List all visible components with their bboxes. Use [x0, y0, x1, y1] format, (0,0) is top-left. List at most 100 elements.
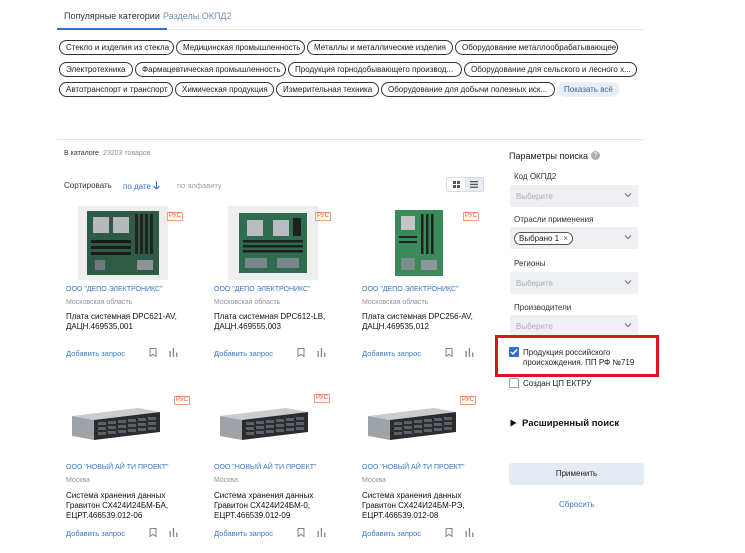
category-chip[interactable]: Стекло и изделия из стекла	[59, 40, 174, 55]
sort-by-date[interactable]: по дате	[123, 181, 161, 191]
product-image[interactable]	[228, 206, 318, 280]
add-request-link[interactable]: Добавить запрос	[214, 529, 273, 538]
help-icon[interactable]: ?	[591, 151, 600, 160]
category-chip[interactable]: Металлы и металлические изделия	[307, 40, 453, 55]
product-image[interactable]	[78, 206, 168, 280]
apply-button[interactable]: Применить	[509, 463, 644, 485]
add-request-link[interactable]: Добавить запрос	[362, 349, 421, 358]
category-chip[interactable]: Электротехника	[59, 62, 133, 77]
compare-icon[interactable]	[169, 348, 178, 357]
advanced-search-label: Расширенный поиск	[522, 418, 620, 429]
category-chip[interactable]: Химическая продукция	[175, 82, 274, 97]
tab-okpd-sections[interactable]: Разделы ОКПД2	[163, 11, 232, 21]
grid-view-button[interactable]	[447, 178, 465, 191]
motherboard-image	[87, 211, 159, 275]
regions-select[interactable]: Выберите	[510, 272, 638, 294]
add-request-link[interactable]: Добавить запрос	[362, 529, 421, 538]
product-title[interactable]: Плата системная DPC621-AV, ДАЦН.469535.0…	[66, 312, 196, 332]
seller-link[interactable]: ООО "НОВЫЙ АЙ ТИ ПРОЕКТ"	[66, 464, 169, 471]
category-chip[interactable]: Измерительная техника	[276, 82, 379, 97]
selected-tag-label: Выбрано 1	[519, 234, 560, 243]
compare-icon[interactable]	[465, 528, 474, 537]
arrow-down-icon	[153, 181, 161, 190]
russian-badge: РУС	[167, 212, 184, 221]
bookmark-icon[interactable]	[149, 528, 157, 537]
add-request-link[interactable]: Добавить запрос	[214, 349, 273, 358]
compare-icon[interactable]	[317, 528, 326, 537]
add-request-link[interactable]: Добавить запрос	[66, 349, 125, 358]
product-title[interactable]: Система хранения данных Гравитон СХ424И2…	[214, 491, 332, 521]
list-view-button[interactable]	[465, 178, 483, 191]
product-title[interactable]: Плата системная DPC612-LB, ДАЦН.469555.0…	[214, 312, 344, 332]
regions-placeholder: Выберите	[516, 279, 553, 288]
tab-popular-categories[interactable]: Популярные категории	[57, 11, 167, 30]
bookmark-icon[interactable]	[445, 528, 453, 537]
category-chip[interactable]: Автотранспорт и транспорт	[59, 82, 173, 97]
category-chip[interactable]: Оборудование для добычи полезных иск...	[381, 82, 555, 97]
sort-by-alphabet[interactable]: по алфавиту	[177, 181, 222, 190]
seller-link[interactable]: ООО "ДЕПО ЭЛЕКТРОНИКС"	[214, 286, 311, 293]
motherboard-image	[395, 210, 443, 276]
category-chip[interactable]: Оборудование для сельского и лесного х..…	[464, 62, 637, 77]
tag-remove-icon[interactable]: ×	[563, 234, 568, 243]
chevron-down-icon	[624, 193, 632, 198]
bookmark-icon[interactable]	[297, 528, 305, 537]
product-image[interactable]	[66, 394, 166, 450]
okpd-select[interactable]: Выберите	[510, 185, 638, 207]
product-image[interactable]	[214, 394, 314, 450]
product-image[interactable]	[362, 394, 462, 450]
regions-label: Регионы	[514, 259, 546, 268]
product-title[interactable]: Система хранения данных Гравитон СХ424И2…	[362, 491, 480, 521]
industry-select[interactable]: Выбрано 1 ×	[510, 227, 638, 249]
seller-link[interactable]: ООО "НОВЫЙ АЙ ТИ ПРОЕКТ"	[362, 464, 465, 471]
russian-badge: РУС	[463, 212, 480, 221]
seller-link[interactable]: ООО "ДЕПО ЭЛЕКТРОНИКС"	[362, 286, 459, 293]
product-region: Московская область	[362, 299, 429, 306]
russian-badge: РУС	[460, 396, 477, 405]
show-all-button[interactable]: Показать всё	[557, 82, 620, 97]
chevron-down-icon	[624, 235, 632, 240]
advanced-search-toggle[interactable]: Расширенный поиск	[510, 418, 619, 429]
category-chip[interactable]: Фармацевтическая промышленность	[135, 62, 286, 77]
ctr-checkbox[interactable]	[509, 378, 519, 388]
compare-icon[interactable]	[465, 348, 474, 357]
selected-tag: Выбрано 1 ×	[514, 232, 574, 245]
list-icon	[470, 181, 478, 188]
bookmark-icon[interactable]	[445, 348, 453, 357]
caret-right-icon	[510, 419, 517, 427]
okpd-label: Код ОКПД2	[514, 172, 557, 181]
chevron-down-icon	[624, 280, 632, 285]
okpd-placeholder: Выберите	[516, 192, 553, 201]
compare-icon[interactable]	[169, 528, 178, 537]
compare-icon[interactable]	[317, 348, 326, 357]
storage-server-image	[72, 408, 160, 440]
category-chip[interactable]: Продукция горнодобывающего производ...	[288, 62, 462, 77]
storage-server-image	[368, 408, 456, 440]
product-region: Москва	[214, 477, 238, 484]
product-image[interactable]	[374, 206, 464, 280]
russian-badge: РУС	[315, 212, 332, 221]
product-title[interactable]: Плата системная DPC256-AV, ДАЦН.469535.0…	[362, 312, 492, 332]
storage-server-image	[220, 408, 308, 440]
seller-link[interactable]: ООО "ДЕПО ЭЛЕКТРОНИКС"	[66, 286, 163, 293]
bookmark-icon[interactable]	[149, 348, 157, 357]
seller-link[interactable]: ООО "НОВЫЙ АЙ ТИ ПРОЕКТ"	[214, 464, 317, 471]
product-title[interactable]: Система хранения данных Гравитон СХ424И2…	[66, 491, 184, 521]
add-request-link[interactable]: Добавить запрос	[66, 529, 125, 538]
bookmark-icon[interactable]	[297, 348, 305, 357]
ctr-label[interactable]: Создан ЦП ЕКТРУ	[523, 379, 591, 389]
category-tabs: Популярные категории Разделы ОКПД2	[57, 0, 645, 30]
makers-select[interactable]: Выберите	[510, 315, 638, 337]
product-region: Московская область	[66, 299, 133, 306]
highlight-box	[495, 335, 659, 377]
catalog-label: В каталоге	[64, 150, 99, 157]
reset-button[interactable]: Сбросить	[559, 500, 595, 509]
filters-title: Параметры поиска	[509, 151, 589, 161]
motherboard-image	[239, 213, 307, 273]
category-chip[interactable]: Медицинская промышленность	[176, 40, 305, 55]
product-region: Москва	[362, 477, 386, 484]
product-region: Москва	[66, 477, 90, 484]
russian-badge: РУС	[174, 396, 191, 405]
sort-label: Сортировать	[64, 181, 112, 190]
category-chip[interactable]: Оборудование металлообрабатывающее	[455, 40, 618, 55]
